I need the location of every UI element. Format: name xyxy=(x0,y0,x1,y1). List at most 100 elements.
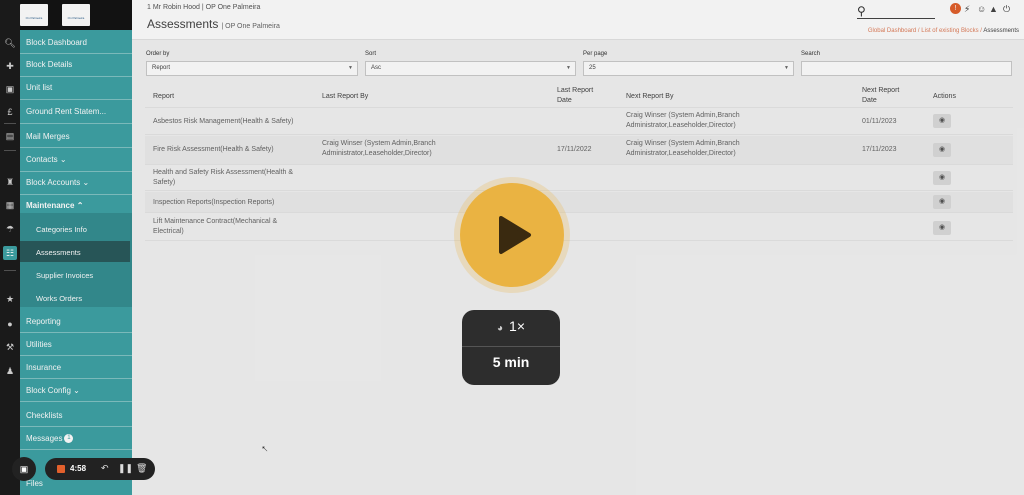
header-report[interactable]: Report xyxy=(153,92,174,102)
sidebar-item-block-accounts[interactable]: Block Accounts ⌄ xyxy=(20,177,132,189)
divider xyxy=(4,123,16,124)
user-org-line: 1 Mr Robin Hood | OP One Palmeira xyxy=(147,4,261,11)
report-name[interactable]: Fire Risk Assessment(Health & Safety) xyxy=(153,145,274,155)
sidebar-item-messages[interactable]: Messages 1 xyxy=(20,433,132,445)
power-icon[interactable]: ⏻ xyxy=(1003,4,1010,15)
header-text: Next Report xyxy=(862,87,900,94)
user-icon[interactable]: ♟ xyxy=(3,364,17,378)
view-button[interactable]: ◉ xyxy=(933,171,951,185)
undo-icon[interactable]: ↶ xyxy=(101,463,109,474)
sidebar-item-utilities[interactable]: Utilities xyxy=(20,339,132,351)
eye-icon: ◉ xyxy=(938,117,946,124)
sidebar-item-works-orders[interactable]: Works Orders xyxy=(36,294,82,303)
report-name[interactable]: Asbestos Risk Management(Health & Safety… xyxy=(153,117,293,127)
pound-icon[interactable]: £ xyxy=(3,105,17,119)
playback-speed[interactable]: ◕ 1× xyxy=(462,318,560,334)
briefcase-icon[interactable]: ▣ xyxy=(3,82,17,96)
graduation-cap-icon[interactable]: ▲ xyxy=(989,4,998,14)
view-button[interactable]: ◉ xyxy=(933,143,951,157)
wrench-icon[interactable]: ⚒ xyxy=(3,340,17,354)
building-icon[interactable]: ♜ xyxy=(3,175,17,189)
sidebar-item-block-dashboard[interactable]: Block Dashboard xyxy=(20,37,132,49)
umbrella-icon[interactable]: ☂ xyxy=(3,222,17,236)
caret-down-icon: ▼ xyxy=(784,65,789,71)
header-next-report-by[interactable]: Next Report By xyxy=(626,92,673,102)
trash-icon[interactable]: 🗑︎ xyxy=(136,463,147,474)
divider xyxy=(4,270,16,271)
cell-line: Lift Maintenance Contract(Mechanical & xyxy=(153,218,278,225)
sidebar-item-label: Maintenance xyxy=(26,201,75,210)
logo: On Palmeira xyxy=(62,4,90,26)
sort-select[interactable]: Asc ▼ xyxy=(365,61,576,76)
stop-recording-button[interactable] xyxy=(57,465,65,473)
pause-icon[interactable]: ❚❚ xyxy=(118,463,133,474)
report-name[interactable]: Inspection Reports(Inspection Reports) xyxy=(153,198,274,208)
plus-icon[interactable]: ✚ xyxy=(3,59,17,73)
sidebar-item-block-details[interactable]: Block Details xyxy=(20,59,132,71)
report-name[interactable]: Lift Maintenance Contract(Mechanical & El… xyxy=(153,217,277,237)
divider xyxy=(4,150,16,151)
cell-line: Administrator,Leaseholder,Director) xyxy=(322,150,432,157)
sidebar-item-reporting[interactable]: Reporting xyxy=(20,316,132,328)
video-duration: 5 min xyxy=(492,354,530,370)
search-label: Search xyxy=(801,51,821,57)
speed-duration-badge[interactable]: ◕ 1× 5 min xyxy=(462,310,560,385)
per-page-select[interactable]: 25 ▼ xyxy=(583,61,794,76)
logo: On Palmeira xyxy=(20,4,48,26)
user-name[interactable]: 1 Mr Robin Hood xyxy=(147,4,200,11)
cell-line: Electrical) xyxy=(153,228,184,235)
header-last-report-by[interactable]: Last Report By xyxy=(322,92,368,102)
chevron-down-icon: ⌄ xyxy=(73,386,80,395)
sidebar-item-contacts[interactable]: Contacts ⌄ xyxy=(20,154,132,166)
bolt-icon[interactable]: ⚡︎ xyxy=(964,4,970,15)
cell-line: Safety) xyxy=(153,179,176,186)
table-row: Fire Risk Assessment(Health & Safety) Cr… xyxy=(145,136,1013,165)
order-by-value: Report xyxy=(152,65,171,71)
logo-area: On Palmeira On Palmeira xyxy=(20,0,132,30)
sidebar-item-maintenance[interactable]: Maintenance ⌃ xyxy=(20,200,132,212)
view-button[interactable]: ◉ xyxy=(933,195,951,209)
next-report-by: Craig Winser (System Admin,Branch Adminis… xyxy=(626,111,740,131)
smiley-icon[interactable]: ☺ xyxy=(977,4,986,14)
box-icon[interactable]: ▦ xyxy=(3,198,17,212)
view-button[interactable]: ◉ xyxy=(933,221,951,235)
header-last-report-date[interactable]: Last Report Date xyxy=(557,86,593,106)
view-button[interactable]: ◉ xyxy=(933,114,951,128)
camera-toggle[interactable]: ▣ xyxy=(12,457,36,481)
report-name[interactable]: Health and Safety Risk Assessment(Health… xyxy=(153,168,293,188)
order-by-select[interactable]: Report ▼ xyxy=(146,61,358,76)
search-icon[interactable]: ⚲ xyxy=(857,4,866,18)
sidebar-item-assessments[interactable]: Assessments xyxy=(36,248,81,257)
org-name[interactable]: OP One Palmeira xyxy=(206,4,261,11)
lightbulb-icon[interactable]: ● xyxy=(3,317,17,331)
sidebar-item-categories-info[interactable]: Categories Info xyxy=(36,225,87,234)
document-icon[interactable]: ☷ xyxy=(3,246,17,260)
notification-icon[interactable]: ! xyxy=(950,3,961,14)
breadcrumb-blocks[interactable]: List of existing Blocks xyxy=(921,28,978,34)
next-report-date: 01/11/2023 xyxy=(862,118,897,125)
sidebar-item-ground-rent[interactable]: Ground Rent Statem... xyxy=(20,106,132,118)
sidebar-item-mail-merges[interactable]: Mail Merges xyxy=(20,131,132,143)
sidebar-item-checklists[interactable]: Checklists xyxy=(20,410,132,422)
sort-label: Sort xyxy=(365,51,377,57)
star-icon[interactable]: ★ xyxy=(3,292,17,306)
mouse-cursor-icon: ⭦ xyxy=(262,444,268,454)
sidebar-item-block-config[interactable]: Block Config ⌄ xyxy=(20,385,132,397)
sidebar-item-unit-list[interactable]: Unit list xyxy=(20,82,132,94)
sidebar-item-supplier-invoices[interactable]: Supplier Invoices xyxy=(36,271,93,280)
sidebar-item-insurance[interactable]: Insurance xyxy=(20,362,132,374)
chevron-up-icon: ⌃ xyxy=(76,201,84,210)
header-search-input[interactable] xyxy=(857,18,935,19)
header-text: Date xyxy=(862,97,877,104)
breadcrumb-global-dashboard[interactable]: Global Dashboard xyxy=(868,28,916,34)
play-button[interactable] xyxy=(460,183,564,287)
page-title-text: Assessments xyxy=(147,17,219,31)
main-content: 1 Mr Robin Hood | OP One Palmeira Assess… xyxy=(132,0,1024,495)
table-row: Lift Maintenance Contract(Mechanical & El… xyxy=(145,214,1013,241)
header-next-report-date[interactable]: Next Report Date xyxy=(862,86,899,106)
search-icon[interactable]: 🔍︎ xyxy=(3,36,17,50)
card-icon[interactable]: ▤ xyxy=(3,129,17,143)
sidebar-item-label: Block Accounts xyxy=(26,178,81,187)
search-input[interactable] xyxy=(801,61,1012,76)
cell-line: Craig Winser (System Admin,Branch xyxy=(626,140,740,147)
